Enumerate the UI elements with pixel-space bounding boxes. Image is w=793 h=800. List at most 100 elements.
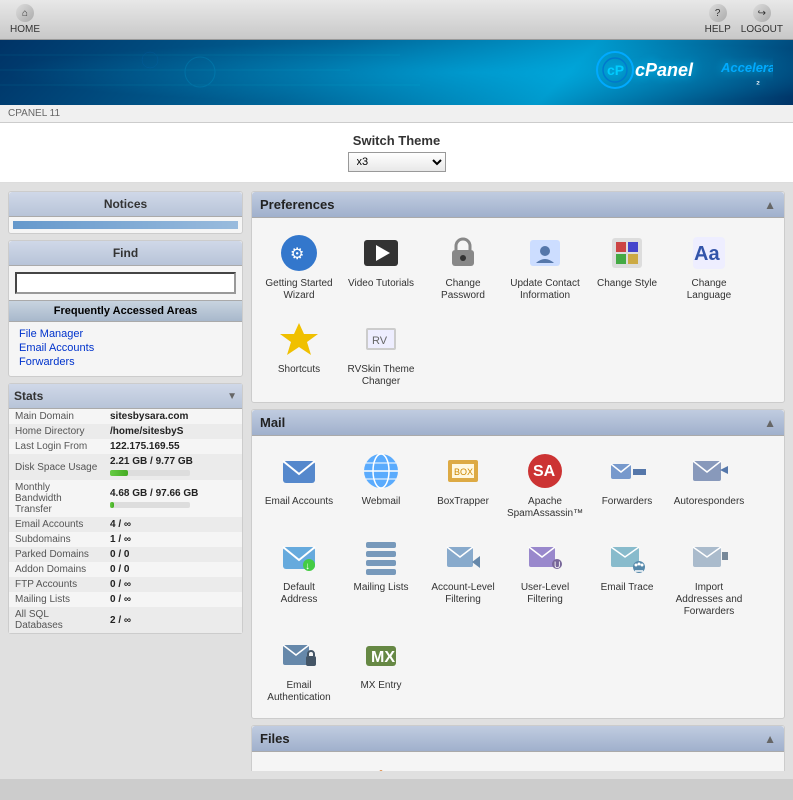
find-input[interactable] <box>15 272 236 294</box>
theme-select[interactable]: x3 paper_lantern default <box>348 152 446 172</box>
stats-value: /home/sitesbyS <box>104 424 242 439</box>
icon-accountfilter[interactable]: Account-Level Filtering <box>424 530 502 624</box>
logout-button[interactable]: ↪ LOGOUT <box>741 4 783 35</box>
stats-row: Main Domain sitesbysara.com <box>9 409 242 424</box>
freq-link-emailaccounts[interactable]: Email Accounts <box>19 342 232 354</box>
filemanager-icon: 📁 <box>442 766 484 771</box>
emailtrace-icon <box>606 536 648 578</box>
stats-row: Parked Domains 0 / 0 <box>9 547 242 562</box>
svg-text:RV: RV <box>372 335 388 347</box>
freq-header: Frequently Accessed Areas <box>9 300 242 322</box>
webdisk-icon: WD <box>688 766 730 771</box>
autoresponders-icon <box>688 450 730 492</box>
icon-video[interactable]: Video Tutorials <box>342 226 420 308</box>
icon-legacyfilemanager[interactable]: Legacy File Manager <box>506 760 584 771</box>
mail-header: Mail ▲ <box>252 410 784 436</box>
stats-value: 0 / 0 <box>104 547 242 562</box>
icon-filemanager[interactable]: 📁 File Manager <box>424 760 502 771</box>
stats-row: FTP Accounts 0 / ∞ <box>9 577 242 592</box>
stats-label: Monthly Bandwidth Transfer <box>9 480 104 517</box>
stats-row: Home Directory /home/sitesbyS <box>9 424 242 439</box>
legacyfilemanager-icon <box>524 766 566 771</box>
files-collapse-arrow[interactable]: ▲ <box>764 732 776 746</box>
icon-defaultaddress[interactable]: ↓ Default Address <box>260 530 338 624</box>
stats-value: 1 / ∞ <box>104 532 242 547</box>
help-button[interactable]: ? HELP <box>705 4 731 35</box>
icon-boxtrapper[interactable]: BOX BoxTrapper <box>424 444 502 526</box>
notices-section: Notices <box>8 191 243 234</box>
icon-importaddress[interactable]: Import Addresses and Forwarders <box>670 530 748 624</box>
icon-mxentry[interactable]: MX MX Entry <box>342 628 420 710</box>
icon-contact[interactable]: Update Contact Information <box>506 226 584 308</box>
icon-webdisk[interactable]: WD Web Disk <box>670 760 748 771</box>
stats-label: Addon Domains <box>9 562 104 577</box>
stats-label: Last Login From <box>9 439 104 454</box>
preferences-grid: ⚙ Getting Started Wizard Video Tutorials… <box>252 218 784 402</box>
banner: cP cPanel Accelerated ₂ <box>0 40 793 105</box>
video-label: Video Tutorials <box>348 278 414 290</box>
wizard-label: Getting Started Wizard <box>264 278 334 302</box>
home-button[interactable]: ⌂ HOME <box>10 4 40 35</box>
icon-emailtrace[interactable]: Email Trace <box>588 530 666 624</box>
boxtrapper-icon: BOX <box>442 450 484 492</box>
icon-emailauth[interactable]: Email Authentication <box>260 628 338 710</box>
icon-webmail[interactable]: Webmail <box>342 444 420 526</box>
stats-table: Main Domain sitesbysara.com Home Directo… <box>9 409 242 633</box>
preferences-collapse-arrow[interactable]: ▲ <box>764 198 776 212</box>
preferences-header: Preferences ▲ <box>252 192 784 218</box>
password-icon <box>442 232 484 274</box>
mailinglists-label: Mailing Lists <box>353 582 408 594</box>
svg-text:Aa: Aa <box>694 243 720 265</box>
stats-label: FTP Accounts <box>9 577 104 592</box>
stats-row: Email Accounts 4 / ∞ <box>9 517 242 532</box>
stats-section: Stats ▼ Main Domain sitesbysara.com Home… <box>8 383 243 634</box>
stats-value: 122.175.169.55 <box>104 439 242 454</box>
icon-email[interactable]: Email Accounts <box>260 444 338 526</box>
webmail-icon <box>360 450 402 492</box>
icon-language[interactable]: Aa Change Language <box>670 226 748 308</box>
icon-userfilter[interactable]: U User-Level Filtering <box>506 530 584 624</box>
mail-collapse-arrow[interactable]: ▲ <box>764 416 776 430</box>
mxentry-label: MX Entry <box>360 680 401 692</box>
icon-password[interactable]: Change Password <box>424 226 502 308</box>
icon-diskspace[interactable]: Disk Space Usage <box>588 760 666 771</box>
stats-value: 0 / ∞ <box>104 577 242 592</box>
stats-row: Monthly Bandwidth Transfer 4.68 GB / 97.… <box>9 480 242 517</box>
svg-text:BOX: BOX <box>454 467 473 477</box>
email-icon <box>278 450 320 492</box>
notices-bar <box>13 221 238 229</box>
icon-spamassassin[interactable]: SA Apache SpamAssassin™ <box>506 444 584 526</box>
userfilter-icon: U <box>524 536 566 578</box>
freq-link-forwarders[interactable]: Forwarders <box>19 356 232 368</box>
icon-wizard[interactable]: ⚙ Getting Started Wizard <box>260 226 338 308</box>
icon-style[interactable]: Change Style <box>588 226 666 308</box>
password-label: Change Password <box>428 278 498 302</box>
icon-rvskin[interactable]: RV RVSkin Theme Changer <box>342 312 420 394</box>
stats-collapse-arrow[interactable]: ▼ <box>227 391 237 402</box>
icon-shortcuts[interactable]: Shortcuts <box>260 312 338 394</box>
files-header: Files ▲ <box>252 726 784 752</box>
icon-backupwizard[interactable]: ↻ Backup Wizard <box>342 760 420 771</box>
preferences-section: Preferences ▲ ⚙ Getting Started Wizard V… <box>251 191 785 403</box>
icon-backups[interactable]: Backups <box>260 760 338 771</box>
shortcuts-label: Shortcuts <box>278 364 320 376</box>
files-section: Files ▲ Backups ↻ Backup Wizard 📁 File M… <box>251 725 785 771</box>
stats-row: Mailing Lists 0 / ∞ <box>9 592 242 607</box>
mail-grid: Email Accounts Webmail BOX BoxTrapper SA… <box>252 436 784 718</box>
contact-icon <box>524 232 566 274</box>
stats-label: All SQL Databases <box>9 607 104 633</box>
svg-text:SA: SA <box>533 463 556 480</box>
top-toolbar: ⌂ HOME ? HELP ↪ LOGOUT <box>0 0 793 40</box>
stats-label: Subdomains <box>9 532 104 547</box>
defaultaddress-icon: ↓ <box>278 536 320 578</box>
icon-mailinglists[interactable]: Mailing Lists <box>342 530 420 624</box>
stats-row: Subdomains 1 / ∞ <box>9 532 242 547</box>
mxentry-icon: MX <box>360 634 402 676</box>
icon-autoresponders[interactable]: Autoresponders <box>670 444 748 526</box>
importaddress-icon <box>688 536 730 578</box>
stats-row: Addon Domains 0 / 0 <box>9 562 242 577</box>
icon-forwarders[interactable]: Forwarders <box>588 444 666 526</box>
stats-label: Main Domain <box>9 409 104 424</box>
freq-link-filemanager[interactable]: File Manager <box>19 328 232 340</box>
stats-label: Parked Domains <box>9 547 104 562</box>
